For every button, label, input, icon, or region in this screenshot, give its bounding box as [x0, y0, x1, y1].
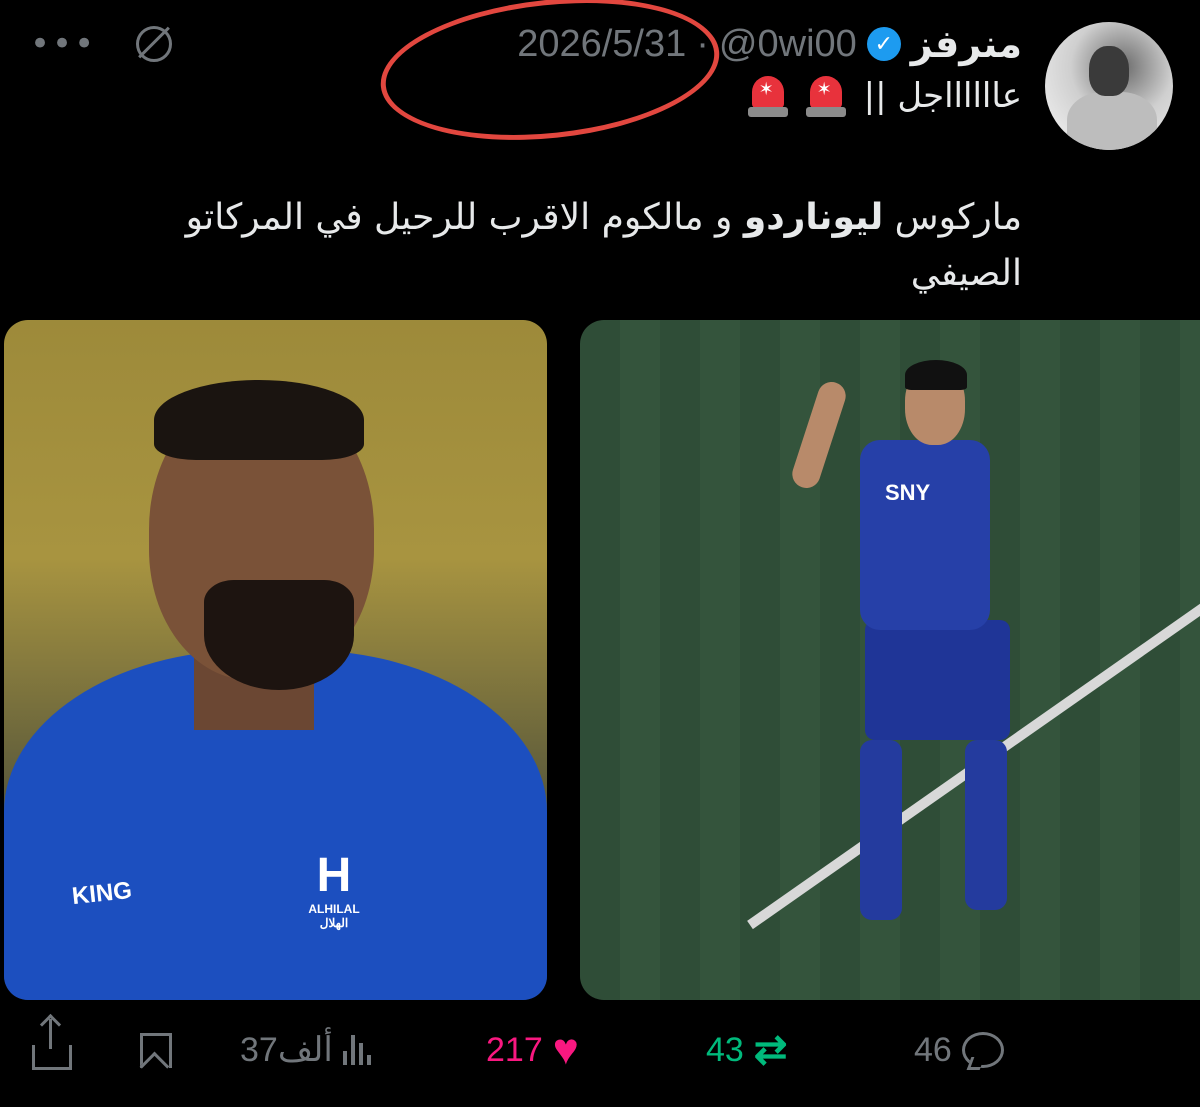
- share-button[interactable]: [32, 1018, 72, 1080]
- grok-icon[interactable]: [136, 26, 173, 62]
- photo2-raised-arm: [788, 378, 850, 492]
- photo2-torso: [860, 440, 990, 630]
- tweet-text: ماركوس ليوناردو و مالكوم الاقرب للرحيل ف…: [122, 190, 1022, 302]
- separator-dot: ·: [696, 22, 709, 65]
- bookmark-icon: [140, 1032, 172, 1068]
- photo2-leg-left: [860, 740, 902, 920]
- views-button[interactable]: 37ألف: [240, 1020, 371, 1080]
- siren-icon: [805, 74, 846, 118]
- like-button[interactable]: 217 ♥: [486, 1020, 579, 1080]
- retweet-count: 43: [706, 1030, 744, 1069]
- tweet-action-bar: 46 43 ⇄ 217 ♥ 37ألف: [0, 1018, 1200, 1080]
- tweet-photo-1[interactable]: KING H ALHILAL الهلال: [4, 320, 547, 1000]
- photo1-logo-text: ALHILAL الهلال: [308, 902, 360, 930]
- photo2-hair: [905, 360, 967, 390]
- display-name[interactable]: منرفز: [911, 22, 1022, 66]
- siren-icon: [747, 74, 788, 118]
- photo1-beard: [204, 580, 354, 690]
- tweet-page: منرفز ✓ @0wi00 · 2026/5/31 ••• عااااااجل…: [0, 0, 1200, 1107]
- avatar-body: [1067, 92, 1157, 150]
- share-icon: [32, 1018, 72, 1070]
- photo2-shorts: [865, 620, 1010, 740]
- retweet-button[interactable]: 43 ⇄: [706, 1020, 787, 1080]
- avatar-head: [1089, 46, 1129, 96]
- reply-button[interactable]: 46: [914, 1020, 1004, 1080]
- user-handle[interactable]: @0wi00: [719, 23, 857, 66]
- tweet-text-bold[interactable]: ليوناردو: [744, 197, 883, 238]
- tweet-header-actions: •••: [30, 18, 173, 70]
- reply-icon: [961, 1032, 1004, 1068]
- photo2-leg-right: [965, 740, 1007, 910]
- reply-count: 46: [914, 1030, 952, 1069]
- like-count: 217: [486, 1030, 543, 1069]
- photo1-hair: [154, 380, 364, 460]
- tweet-photo-2[interactable]: SNY: [580, 320, 1200, 1000]
- retweet-icon: ⇄: [753, 1028, 788, 1072]
- bookmark-button[interactable]: [140, 1020, 172, 1080]
- more-options-icon[interactable]: •••: [30, 24, 96, 64]
- views-count: 37ألف: [240, 1031, 333, 1069]
- photo2-sponsor-text: SNY: [885, 480, 931, 505]
- views-icon: [342, 1035, 371, 1065]
- heart-icon: ♥: [552, 1025, 579, 1074]
- alhilal-logo-icon: H ALHILAL الهلال: [304, 850, 364, 931]
- tweet-subtitle: عااااااجل ||: [747, 74, 1022, 118]
- subtitle-text: عااااااجل ||: [863, 76, 1022, 116]
- tweet-header: منرفز ✓ @0wi00 · 2026/5/31: [517, 18, 1022, 70]
- tweet-text-part1: ماركوس: [883, 197, 1022, 238]
- tweet-date[interactable]: 2026/5/31: [517, 23, 686, 66]
- avatar[interactable]: [1045, 22, 1173, 150]
- verified-badge-icon: ✓: [866, 27, 901, 61]
